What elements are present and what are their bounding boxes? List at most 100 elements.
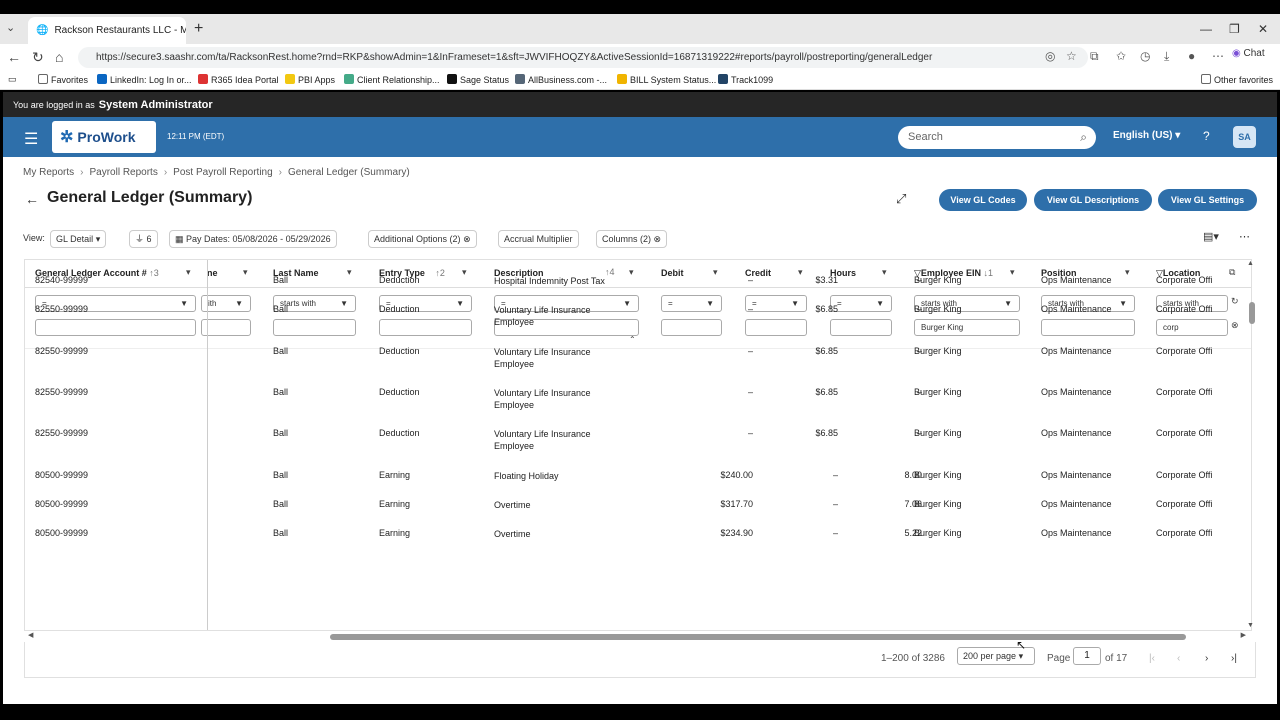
view-select[interactable]: GL Detail ▾ [50,230,107,248]
table-row[interactable]: 82550-99999 Ball Deduction – $6.85– Burger Ki… [25,338,1251,379]
favorite-star-icon[interactable]: ☆ [1066,49,1077,63]
minimize-icon[interactable]: — [1200,22,1212,36]
chat-label: Chat [1243,48,1265,59]
columns-chip[interactable]: Columns (2) ⊗ [596,230,668,248]
horizontal-scroll-thumb[interactable] [330,634,1186,640]
pay-dates-chip[interactable]: ▦ Pay Dates: 05/08/2026 - 05/29/2026 [169,230,337,248]
page-number-input[interactable]: 1 [1073,647,1101,665]
bookmark-allbusiness[interactable]: AllBusiness.com -... [515,74,607,85]
table-row[interactable]: 80500-99999 Ball Earning $234.90–5.22 Burger… [25,520,1251,549]
cell-credit: $6.85 [815,304,838,314]
scroll-left-icon[interactable]: ◀ [28,631,33,639]
view-gl-settings-button[interactable]: View GL Settings [1158,189,1257,211]
last-page-icon[interactable]: ›| [1231,653,1237,664]
cell-location: Corporate Offi [1156,304,1213,314]
back-nav-icon[interactable]: ← [7,49,21,65]
logo[interactable]: ✲ ProWork [52,121,156,153]
cell-position: Ops Maintenance [1041,304,1112,314]
reload-icon[interactable]: ↻ [32,49,44,66]
tab-list-icon[interactable]: ⌄ [6,21,15,34]
language-select[interactable]: English (US) ▾ [1113,130,1180,141]
accrual-multiplier-chip[interactable]: Accrual Multiplier [498,230,579,248]
breadcrumb-payroll-reports[interactable]: Payroll Reports [89,167,157,178]
history-icon[interactable]: ◷ [1140,49,1150,63]
bookmark-bill[interactable]: BILL System Status... [617,74,716,85]
home-icon[interactable]: ⌂ [55,49,63,65]
description-line: Overtime [494,529,531,539]
tracking-icon[interactable]: ◎ [1045,49,1055,63]
search-input[interactable]: Search ⌕ [898,126,1096,149]
next-page-icon[interactable]: › [1205,653,1208,664]
bookmark-pbi[interactable]: PBI Apps [285,74,335,85]
bookmark-other-favorites[interactable]: Other favorites [1201,74,1273,85]
scroll-up-icon[interactable]: ▲ [1247,260,1254,267]
additional-options-chip[interactable]: Additional Options (2) ⊗ [368,230,477,248]
app: You are logged in as System Administrato… [3,92,1277,704]
first-page-icon[interactable]: |‹ [1149,653,1155,664]
screen: ⌄ 🌐 Rackson Restaurants LLC - My Rep ✕ +… [0,0,1280,720]
scroll-right-icon[interactable]: ▶ [1241,631,1246,639]
previous-page-icon[interactable]: ‹ [1177,653,1180,664]
table-row[interactable]: 80500-99999 Ball Earning $240.00–8.00 Burger… [25,462,1251,491]
clear-icon[interactable]: ⊗ [463,234,471,244]
breadcrumb-my-reports[interactable]: My Reports [23,167,74,178]
bookmark-client[interactable]: Client Relationship... [344,74,440,85]
table-row[interactable]: 82550-99999 Ball Deduction – $6.85– Burger Ki… [25,379,1251,420]
table-row[interactable]: 82550-99999 Ball Deduction – $6.85– Burger Ki… [25,420,1251,462]
browser-tabbar: ⌄ 🌐 Rackson Restaurants LLC - My Rep ✕ +… [0,14,1280,44]
cell-ein: Burger King [914,387,962,397]
avatar[interactable]: SA [1233,126,1256,148]
filter-count-chip[interactable]: ⏚ 6 [129,230,158,248]
favorites-icon[interactable]: ✩ [1116,49,1126,63]
url-field[interactable]: https://secure3.saashr.com/ta/RacksonRes… [78,47,1088,68]
download-icon[interactable]: ⤓ [1164,49,1169,64]
copilot-chat-button[interactable]: ◉ Chat [1232,48,1265,59]
breadcrumb-post-payroll[interactable]: Post Payroll Reporting [173,167,273,178]
reading-list-icon[interactable]: ▭ [8,74,17,85]
extensions-icon[interactable]: ⧉ [1090,49,1099,64]
cell-account: 82540-99999 [35,275,89,285]
cell-description: Voluntary Life Insurance Employee [494,387,591,411]
search-icon[interactable]: ⌕ [1080,126,1087,149]
more-options-icon[interactable]: ⋯ [1239,230,1250,243]
view-gl-codes-button[interactable]: View GL Codes [939,189,1027,211]
bookmark-sage[interactable]: Sage Status [447,74,509,85]
page-label: Page [1047,653,1071,664]
horizontal-scrollbar[interactable]: ◀ ▶ [28,631,1246,641]
vertical-scroll-thumb[interactable] [1249,302,1255,324]
description-line: Voluntary Life Insurance [494,305,591,315]
profile-icon[interactable]: ● [1188,49,1195,63]
bookmark-linkedin[interactable]: LinkedIn: Log In or... [97,74,192,85]
menu-icon[interactable]: ☰ [24,129,38,149]
view-gl-descriptions-button[interactable]: View GL Descriptions [1034,189,1152,211]
browser-tab[interactable]: 🌐 Rackson Restaurants LLC - My Rep ✕ [28,17,186,44]
back-arrow-icon[interactable]: ← [25,191,39,207]
description-line: Employee [494,441,535,451]
layout-icon[interactable]: ▤▾ [1203,230,1219,243]
table-row[interactable]: 82550-99999 Ball Deduction – $6.85– Burger Ki… [25,296,1251,338]
cell-position: Ops Maintenance [1041,428,1112,438]
bookmark-label: Other favorites [1214,75,1274,85]
new-tab-icon[interactable]: + [194,20,203,38]
description-line: Employee [494,400,535,410]
table-row[interactable]: 82540-99999 Ball Deduction – $3.31– Burger Ki… [25,267,1251,296]
restore-icon[interactable]: ❐ [1229,22,1240,36]
cell-description: Voluntary Life Insurance Employee [494,304,591,328]
table-row[interactable]: 80500-99999 Ball Earning $317.70–7.06 Burger… [25,491,1251,520]
more-icon[interactable]: ⋯ [1212,49,1224,63]
cell-credit: – [832,470,838,480]
scroll-down-icon[interactable]: ▼ [1247,622,1254,629]
help-icon[interactable]: ? [1203,129,1210,143]
cell-ein: Burger King [914,346,962,356]
close-window-icon[interactable]: ✕ [1258,22,1268,36]
bookmark-favorites[interactable]: Favorites [38,74,88,85]
clear-icon[interactable]: ⊗ [654,234,662,244]
bookmark-r365[interactable]: R365 Idea Portal [198,74,279,85]
bookmark-track1099[interactable]: Track1099 [718,74,773,85]
cell-last-name: Ball [273,428,289,438]
cell-location: Corporate Offi [1156,387,1213,397]
fullscreen-icon[interactable]: ⤢ [896,191,906,207]
chevron-down-icon: ▾ [95,234,101,244]
pagination: 1–200 of 3286 200 per page ▾ Page 1 of 1… [24,642,1256,678]
bookmark-label: BILL System Status... [630,75,717,85]
